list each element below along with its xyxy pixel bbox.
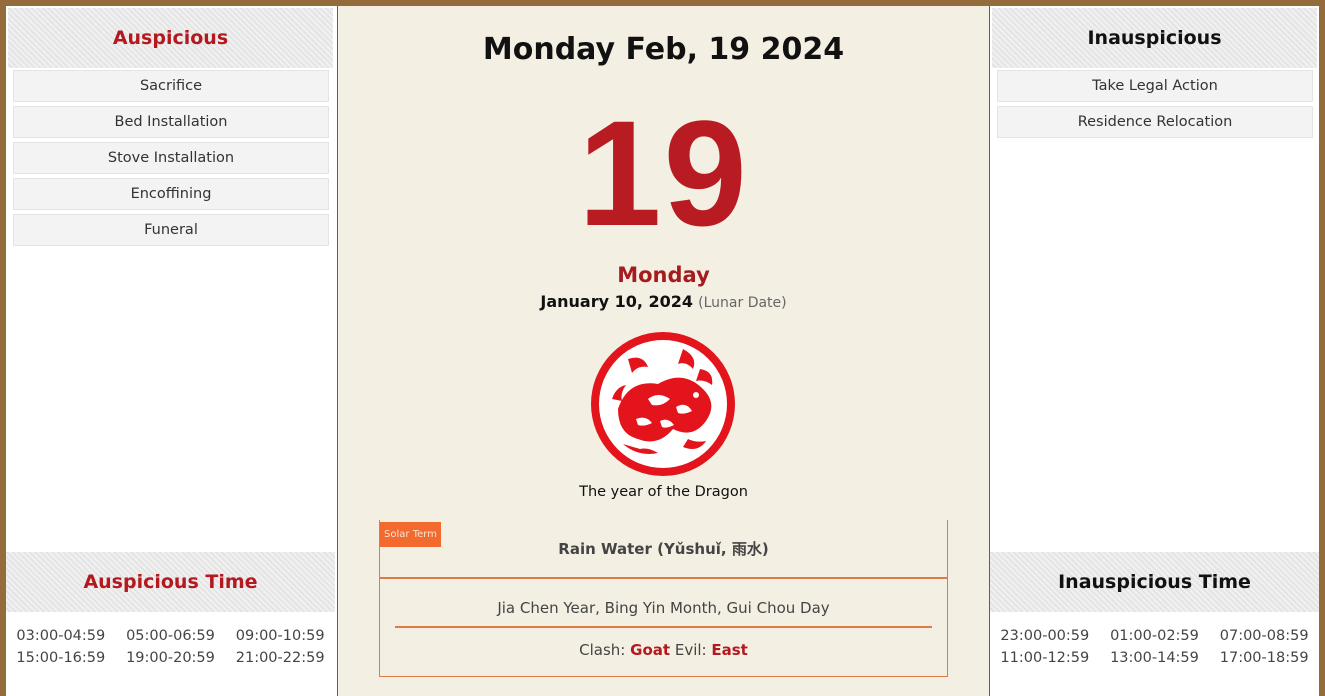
auspicious-time-heading: Auspicious Time: [6, 552, 335, 612]
inauspicious-time-slot: 23:00-00:59: [1000, 628, 1090, 644]
auspicious-item[interactable]: Encoffining: [13, 178, 329, 210]
auspicious-list: Sacrifice Bed Installation Stove Install…: [6, 68, 335, 246]
auspicious-time-slot: 21:00-22:59: [235, 650, 325, 666]
evil-label: Evil:: [674, 641, 707, 659]
auspicious-time-slot: 09:00-10:59: [235, 628, 325, 644]
calendar-frame: Auspicious Sacrifice Bed Installation St…: [6, 6, 1319, 696]
zodiac-caption: The year of the Dragon: [579, 484, 748, 500]
clash-label: Clash:: [579, 641, 626, 659]
auspicious-item[interactable]: Bed Installation: [13, 106, 329, 138]
evil-value: East: [711, 641, 748, 659]
divider: [380, 577, 947, 579]
date-title: Monday Feb, 19 2024: [482, 32, 845, 67]
inauspicious-time-slot: 13:00-14:59: [1110, 650, 1199, 666]
inauspicious-time-slot: 01:00-02:59: [1110, 628, 1199, 644]
auspicious-panel: Auspicious Sacrifice Bed Installation St…: [6, 6, 335, 696]
lunar-date: January 10, 2024: [540, 292, 694, 311]
solar-term: Rain Water (Yǔshuǐ, 雨水): [558, 540, 769, 558]
auspicious-time-slot: 19:00-20:59: [126, 650, 215, 666]
day-info-box: Solar Term Rain Water (Yǔshuǐ, 雨水) Jia C…: [379, 520, 948, 677]
inauspicious-time-slot: 07:00-08:59: [1219, 628, 1309, 644]
inauspicious-time-slot: 17:00-18:59: [1219, 650, 1309, 666]
divider: [395, 626, 932, 628]
inauspicious-time-list: 23:00-00:59 01:00-02:59 07:00-08:59 11:0…: [990, 628, 1319, 666]
inauspicious-panel: Inauspicious Take Legal Action Residence…: [990, 6, 1319, 696]
inauspicious-time-heading: Inauspicious Time: [990, 552, 1319, 612]
day-number: 19: [578, 89, 749, 257]
auspicious-time-slot: 15:00-16:59: [16, 650, 106, 666]
auspicious-heading: Auspicious: [8, 8, 333, 68]
auspicious-time-slot: 03:00-04:59: [16, 628, 106, 644]
inauspicious-list: Take Legal Action Residence Relocation: [990, 68, 1319, 138]
auspicious-item[interactable]: Sacrifice: [13, 70, 329, 102]
inauspicious-time-slot: 11:00-12:59: [1000, 650, 1090, 666]
ganzhi-line: Jia Chen Year, Bing Yin Month, Gui Chou …: [497, 599, 830, 617]
inauspicious-heading: Inauspicious: [992, 8, 1317, 68]
dragon-papercut-icon: [588, 329, 738, 479]
clash-value: Goat: [630, 641, 671, 659]
auspicious-time-slot: 05:00-06:59: [126, 628, 215, 644]
auspicious-item[interactable]: Funeral: [13, 214, 329, 246]
day-panel: Monday Feb, 19 2024 19 Monday January 10…: [337, 6, 990, 696]
inauspicious-item[interactable]: Take Legal Action: [997, 70, 1313, 102]
inauspicious-item[interactable]: Residence Relocation: [997, 106, 1313, 138]
auspicious-time-list: 03:00-04:59 05:00-06:59 09:00-10:59 15:0…: [6, 628, 335, 666]
lunar-date-note: (Lunar Date): [698, 295, 787, 311]
weekday: Monday: [617, 263, 710, 287]
auspicious-item[interactable]: Stove Installation: [13, 142, 329, 174]
clash-line: Clash: Goat Evil: East: [380, 641, 947, 659]
lunar-date-line: January 10, 2024 (Lunar Date): [338, 292, 989, 311]
